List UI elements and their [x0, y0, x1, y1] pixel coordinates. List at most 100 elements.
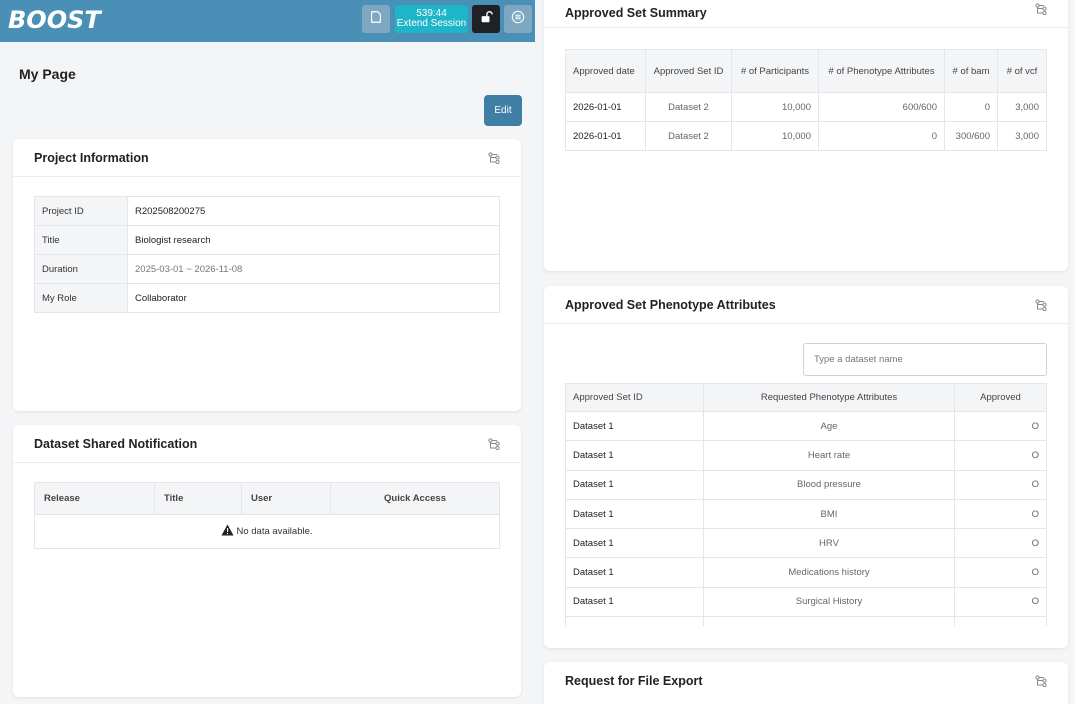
- cell-set-id: Dataset 1: [565, 528, 704, 559]
- table-row[interactable]: 2026-01-01 Dataset 2 10,000 600/600 0 3,…: [565, 92, 1047, 122]
- menu-button[interactable]: [504, 5, 532, 33]
- edit-button[interactable]: Edit: [484, 95, 522, 126]
- top-header: BOOST 539:44 Extend Session: [0, 0, 535, 42]
- column-header-release[interactable]: Release: [34, 482, 155, 515]
- cell-attribute: Surgical History: [703, 586, 955, 618]
- dataset-name-search-input[interactable]: [803, 343, 1047, 376]
- unlock-button[interactable]: [472, 5, 500, 33]
- approved-summary-title: Approved Set Summary: [565, 5, 707, 20]
- dataset-notification-table: Release Title User Quick Access No data …: [34, 482, 500, 549]
- my-role-label: My Role: [34, 283, 128, 313]
- column-header-approved-set-id[interactable]: Approved Set ID: [565, 383, 704, 412]
- title-value: Biologist research: [127, 225, 500, 255]
- request-file-export-card: Request for File Export: [544, 662, 1068, 704]
- table-row[interactable]: Dataset 1 BMI O: [565, 498, 1047, 530]
- cell-approved: O: [954, 557, 1047, 588]
- cell-approved: O: [954, 586, 1047, 618]
- cell-participants: 10,000: [731, 121, 819, 151]
- empty-row: No data available.: [34, 514, 500, 549]
- project-id-value: R202508200275: [127, 196, 500, 226]
- hierarchy-icon[interactable]: [1035, 2, 1047, 16]
- project-info-table: Project ID R202508200275 Title Biologist…: [34, 196, 500, 313]
- extend-session-button[interactable]: 539:44 Extend Session: [395, 5, 468, 33]
- cell-approved: O: [954, 469, 1047, 500]
- approved-summary-table: Approved date Approved Set ID # of Parti…: [565, 49, 1047, 151]
- cell-set-id: Dataset 1: [565, 410, 704, 442]
- table-row[interactable]: [565, 616, 1047, 626]
- column-header-participants[interactable]: # of Participants: [731, 49, 819, 93]
- document-icon: [369, 10, 383, 29]
- cell-set-id: Dataset 1: [565, 557, 704, 588]
- cell-set-id: Dataset 1: [565, 498, 704, 530]
- file-export-title: Request for File Export: [565, 674, 703, 688]
- hierarchy-icon[interactable]: [488, 151, 500, 165]
- table-row: Project ID R202508200275: [34, 196, 500, 226]
- dataset-shared-notification-card: Dataset Shared Notification Release Titl…: [13, 425, 521, 697]
- project-information-title: Project Information: [34, 150, 149, 165]
- hierarchy-icon[interactable]: [1035, 674, 1047, 688]
- cell-approved-date: 2026-01-01: [565, 121, 646, 151]
- column-header-bam[interactable]: # of bam: [944, 49, 998, 93]
- column-header-user[interactable]: User: [241, 482, 331, 515]
- cell-approved: O: [954, 410, 1047, 442]
- my-role-value: Collaborator: [127, 283, 500, 313]
- cell-attribute: [703, 616, 955, 626]
- phenotype-attributes-table: Approved Set ID Requested Phenotype Attr…: [565, 383, 1047, 626]
- cell-set-id: Dataset 1: [565, 440, 704, 471]
- cell-vcf: 3,000: [997, 121, 1047, 151]
- duration-label: Duration: [34, 254, 128, 284]
- column-header-approved[interactable]: Approved: [954, 383, 1047, 412]
- warning-icon: [221, 524, 234, 539]
- cell-set-id: [565, 616, 704, 626]
- cell-phenotype-attributes: 600/600: [818, 92, 945, 122]
- cell-approved-date: 2026-01-01: [565, 92, 646, 122]
- cell-set-id: Dataset 1: [565, 586, 704, 618]
- cell-approved-set-id: Dataset 2: [645, 92, 732, 122]
- cell-vcf: 3,000: [997, 92, 1047, 122]
- cell-attribute: BMI: [703, 498, 955, 530]
- cell-approved-set-id: Dataset 2: [645, 121, 732, 151]
- cell-approved: [954, 616, 1047, 626]
- cell-approved: O: [954, 440, 1047, 471]
- column-header-title[interactable]: Title: [154, 482, 242, 515]
- table-row[interactable]: Dataset 1 Surgical History O: [565, 586, 1047, 618]
- table-row[interactable]: Dataset 1 Medications history O: [565, 557, 1047, 588]
- table-row[interactable]: Dataset 1 Heart rate O: [565, 440, 1047, 471]
- column-header-approved-date[interactable]: Approved date: [565, 49, 646, 93]
- project-id-label: Project ID: [34, 196, 128, 226]
- cell-attribute: Age: [703, 410, 955, 442]
- table-row[interactable]: 2026-01-01 Dataset 2 10,000 0 300/600 3,…: [565, 121, 1047, 151]
- column-header-approved-set-id[interactable]: Approved Set ID: [645, 49, 732, 93]
- cell-attribute: HRV: [703, 528, 955, 559]
- page-title: My Page: [19, 66, 76, 82]
- column-header-requested-attributes[interactable]: Requested Phenotype Attributes: [703, 383, 955, 412]
- boost-logo[interactable]: BOOST: [8, 6, 101, 34]
- cell-bam: 0: [944, 92, 998, 122]
- table-row[interactable]: Dataset 1 Blood pressure O: [565, 469, 1047, 500]
- phenotype-attributes-title: Approved Set Phenotype Attributes: [565, 297, 776, 312]
- hierarchy-icon[interactable]: [1035, 298, 1047, 312]
- cell-attribute: Blood pressure: [703, 469, 955, 500]
- phenotype-table-scroll[interactable]: Approved Set ID Requested Phenotype Attr…: [565, 383, 1047, 626]
- unlock-icon: [479, 10, 493, 29]
- hierarchy-icon[interactable]: [488, 437, 500, 451]
- column-header-phenotype-attributes[interactable]: # of Phenotype Attributes: [818, 49, 945, 93]
- table-row[interactable]: Dataset 1 Age O: [565, 410, 1047, 442]
- cell-attribute: Heart rate: [703, 440, 955, 471]
- dataset-notification-title: Dataset Shared Notification: [34, 436, 198, 451]
- cell-phenotype-attributes: 0: [818, 121, 945, 151]
- empty-state-text: No data available.: [236, 526, 313, 537]
- column-header-quick-access[interactable]: Quick Access: [330, 482, 500, 515]
- table-row[interactable]: Dataset 1 HRV O: [565, 528, 1047, 559]
- column-header-vcf[interactable]: # of vcf: [997, 49, 1047, 93]
- cell-approved: O: [954, 498, 1047, 530]
- approved-set-phenotype-attributes-card: Approved Set Phenotype Attributes Approv…: [544, 286, 1068, 648]
- table-row: My Role Collaborator: [34, 283, 500, 313]
- title-label: Title: [34, 225, 128, 255]
- table-row: Duration 2025-03-01 ~ 2026-11-08: [34, 254, 500, 284]
- document-button[interactable]: [362, 5, 390, 33]
- cell-set-id: Dataset 1: [565, 469, 704, 500]
- list-icon: [511, 10, 525, 29]
- table-row: Title Biologist research: [34, 225, 500, 255]
- approved-set-summary-card: Approved Set Summary Approved date Appro…: [544, 0, 1068, 271]
